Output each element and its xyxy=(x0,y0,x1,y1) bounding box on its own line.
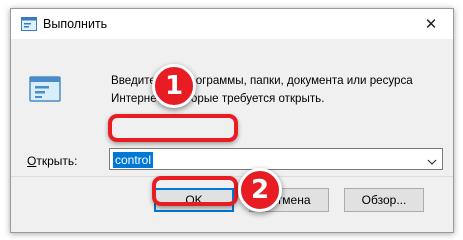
title-bar: Выполнить ✕ xyxy=(11,9,453,39)
run-dialog-icon xyxy=(21,17,37,31)
browse-button[interactable]: Обзор... xyxy=(344,188,424,212)
step-2-badge: 2 xyxy=(238,168,282,212)
open-label-rest: ткрыть: xyxy=(36,154,78,168)
close-button[interactable]: ✕ xyxy=(409,9,453,39)
open-label-accesskey: О xyxy=(27,154,37,168)
open-input[interactable]: control xyxy=(113,152,154,168)
input-highlight-frame xyxy=(108,114,238,142)
ok-highlight-frame xyxy=(152,176,238,206)
open-combobox[interactable]: control xyxy=(109,148,443,170)
open-label: Открыть: xyxy=(27,154,77,168)
chevron-down-icon[interactable] xyxy=(427,155,437,165)
close-icon: ✕ xyxy=(424,16,438,33)
step-1-badge: 1 xyxy=(152,64,196,108)
run-program-icon xyxy=(29,75,63,105)
window-title: Выполнить xyxy=(43,17,108,31)
